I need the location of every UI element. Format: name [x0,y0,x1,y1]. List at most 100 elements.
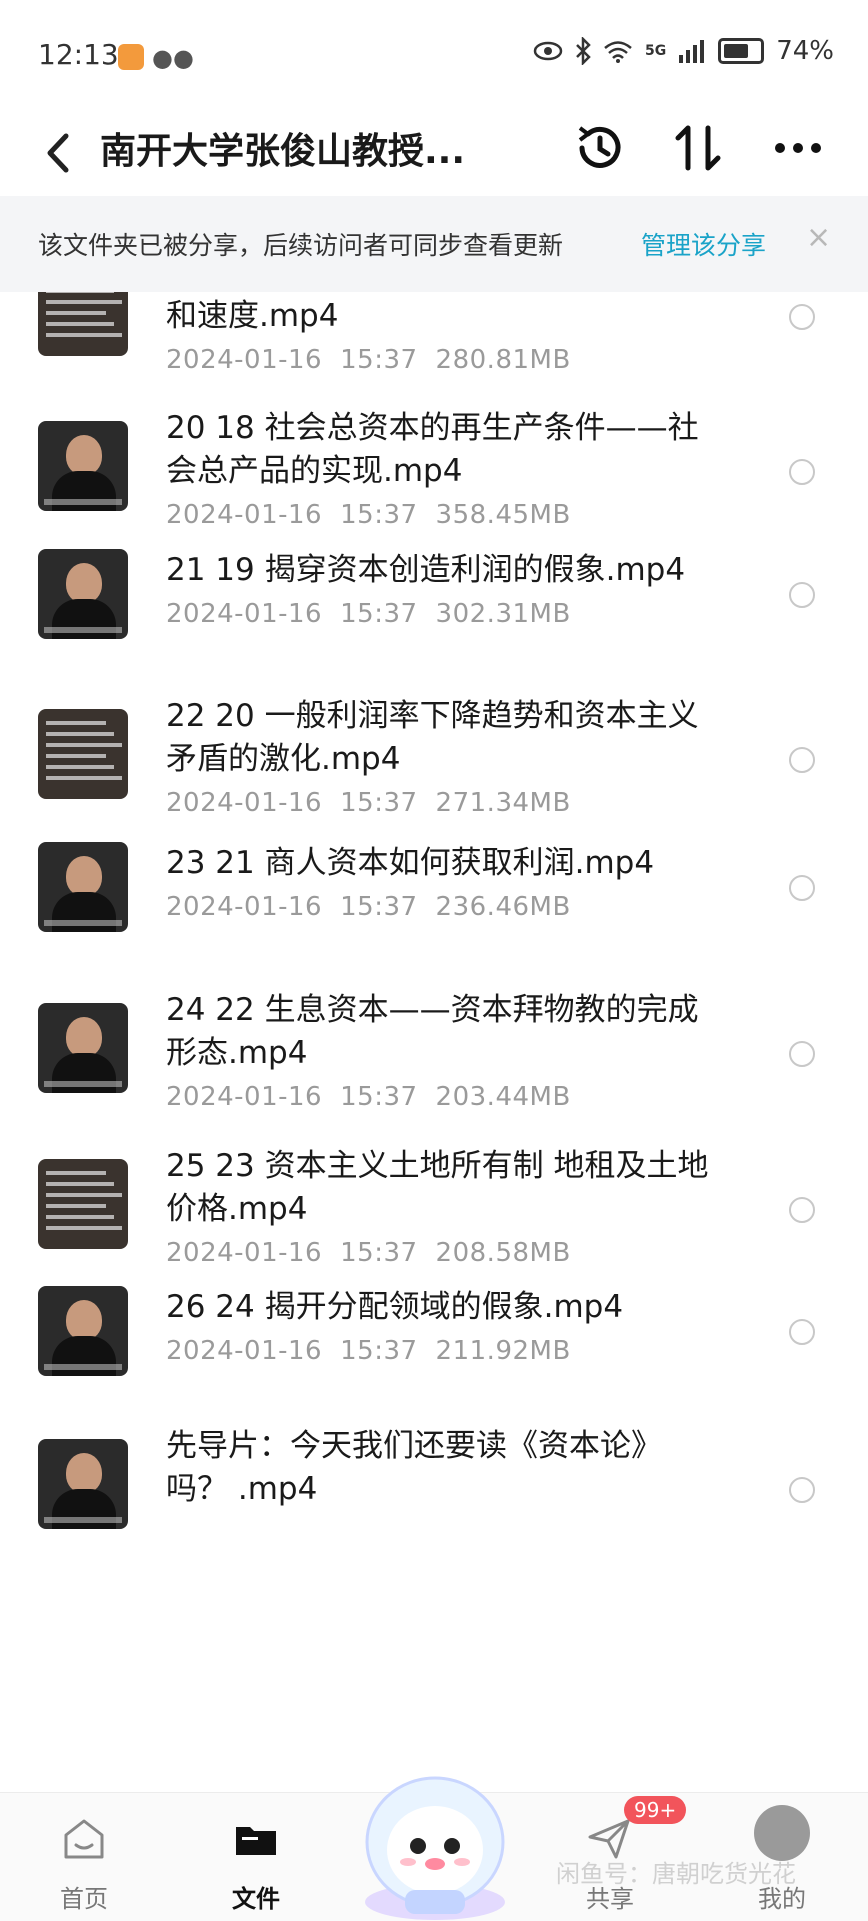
top-bar: 南开大学张俊山教授... [0,112,868,202]
file-size: 208.58MB [435,1238,571,1268]
file-meta: 2024-01-16 15:37 358.45MB [166,500,571,530]
home-icon [64,1819,104,1859]
file-time: 15:37 [340,1336,418,1366]
app-notification-icon [118,44,144,70]
battery-icon [718,38,765,64]
select-radio[interactable] [789,304,815,330]
file-list: 19 17 资本的周转——资本运动的时间和速度.mp42024-01-1615:… [0,292,868,1792]
file-name: 25 23 资本主义土地所有制 地租及土地 [166,1148,709,1184]
file-time: 15:37 [340,345,418,375]
file-name: 26 24 揭开分配领域的假象.mp4 [166,1289,624,1325]
nav-home[interactable]: 首页 [24,1793,144,1921]
manage-share-link[interactable]: 管理该分享 [641,226,766,262]
file-date: 2024-01-16 [166,599,323,629]
video-thumbnail [38,1439,128,1529]
page-title: 南开大学张俊山教授... [100,131,466,172]
file-name: 先导片：今天我们还要读《资本论》 [166,1428,662,1464]
file-date: 2024-01-16 [166,1336,323,1366]
file-meta: 2024-01-16 15:37 211.92MB [166,1336,571,1366]
file-name: 23 21 商人资本如何获取利润.mp4 [166,845,655,881]
video-thumbnail [38,292,128,356]
file-name-cont: 矛盾的激化.mp4 [166,741,401,777]
network-type: 5G [644,43,667,59]
share-badge: 99+ [624,1796,687,1824]
file-row[interactable]: 23 21 商人资本如何获取利润.mp4 2024-01-16 15:37 236.4… [0,842,868,932]
back-arrow-icon[interactable] [40,124,80,182]
select-radio[interactable] [789,1319,815,1345]
file-name-cont: 价格.mp4 [166,1191,308,1227]
file-row[interactable]: 24 22 生息资本——资本拜物教的完成 形态.mp4 2024-01-16 15:3… [0,989,868,1119]
file-name: 20 18 社会总资本的再生产条件——社 [166,410,699,446]
file-name-cont: 吗？ .mp4 [166,1471,318,1507]
file-meta: 2024-01-16 15:37 208.58MB [166,1238,571,1268]
file-size: 280.81MB [435,345,571,375]
battery-level: 74% [776,36,834,66]
file-row[interactable]: 先导片：今天我们还要读《资本论》 吗？ .mp4 [0,1425,868,1555]
file-date: 2024-01-16 [166,788,323,818]
video-thumbnail [38,1286,128,1376]
file-name: 24 22 生息资本——资本拜物教的完成 [166,992,699,1028]
file-row[interactable]: 21 19 揭穿资本创造利润的假象.mp4 2024-01-16 15:37 302.… [0,549,868,639]
status-bar: 12:13 ●● 5G 74% [0,0,868,112]
select-radio[interactable] [789,747,815,773]
file-meta: 2024-01-16 15:37 203.44MB [166,1082,571,1112]
file-name: 22 20 一般利润率下降趋势和资本主义 [166,698,699,734]
file-date: 2024-01-16 [166,892,323,922]
video-thumbnail [38,1159,128,1249]
select-radio[interactable] [789,582,815,608]
folder-icon [236,1827,276,1855]
share-notice-text: 该文件夹已被分享，后续访问者可同步查看更新 [38,231,564,260]
select-radio[interactable] [789,1041,815,1067]
video-thumbnail [38,1003,128,1093]
file-name-cont: 会总产品的实现.mp4 [166,453,463,489]
file-row[interactable]: 22 20 一般利润率下降趋势和资本主义 矛盾的激化.mp4 2024-01-16 1… [0,695,868,825]
select-radio[interactable] [789,1477,815,1503]
file-time: 15:37 [340,599,418,629]
share-notice-banner: 该文件夹已被分享，后续访问者可同步查看更新 管理该分享 × [0,196,868,292]
wifi-icon [604,41,632,63]
watermark: 闲鱼号：唐朝吃货光花 [556,1860,796,1888]
bluetooth-icon [576,37,591,65]
select-radio[interactable] [789,459,815,485]
file-size: 211.92MB [435,1336,571,1366]
assistant-mascot-icon[interactable] [350,1752,520,1920]
nav-files-label: 文件 [232,1885,280,1913]
close-icon[interactable]: × [806,220,831,255]
file-meta: 2024-01-16 15:37 236.46MB [166,892,571,922]
file-row[interactable]: 20 18 社会总资本的再生产条件——社 会总产品的实现.mp4 2024-01-1… [0,407,868,537]
file-row[interactable]: 19 17 资本的周转——资本运动的时间和速度.mp42024-01-1615:… [0,292,868,382]
file-size: 271.34MB [435,788,571,818]
video-thumbnail [38,709,128,799]
file-meta: 2024-01-16 15:37 280.81MB [166,345,571,375]
file-date: 2024-01-16 [166,345,323,375]
file-meta: 2024-01-16 15:37 302.31MB [166,599,571,629]
file-time: 15:37 [340,892,418,922]
file-size: 203.44MB [435,1082,571,1112]
more-options-icon[interactable] [768,118,828,178]
file-size: 302.31MB [435,599,571,629]
video-thumbnail [38,549,128,639]
file-time: 15:37 [340,1082,418,1112]
sort-icon[interactable] [668,118,728,178]
select-radio[interactable] [789,875,815,901]
file-row[interactable]: 25 23 资本主义土地所有制 地租及土地 价格.mp4 2024-01-16 15:… [0,1145,868,1275]
nav-files[interactable]: 文件 [196,1793,316,1921]
file-size: 358.45MB [435,500,571,530]
eye-icon [533,41,563,61]
avatar [754,1805,810,1861]
wechat-icon: ●● [152,44,194,72]
file-name: 21 19 揭穿资本创造利润的假象.mp4 [166,552,686,588]
nav-home-label: 首页 [60,1885,108,1913]
select-radio[interactable] [789,1197,815,1223]
file-name-cont: 和速度.mp4 [166,298,339,334]
signal-icon [679,40,705,63]
file-time: 15:37 [340,1238,418,1268]
file-time: 15:37 [340,788,418,818]
file-meta: 2024-01-16 15:37 271.34MB [166,788,571,818]
file-name-cont: 形态.mp4 [166,1035,308,1071]
file-date: 2024-01-16 [166,500,323,530]
file-time: 15:37 [340,500,418,530]
history-icon[interactable] [570,118,630,178]
file-row[interactable]: 26 24 揭开分配领域的假象.mp4 2024-01-16 15:37 211.92… [0,1286,868,1376]
status-time: 12:13 [38,38,119,71]
